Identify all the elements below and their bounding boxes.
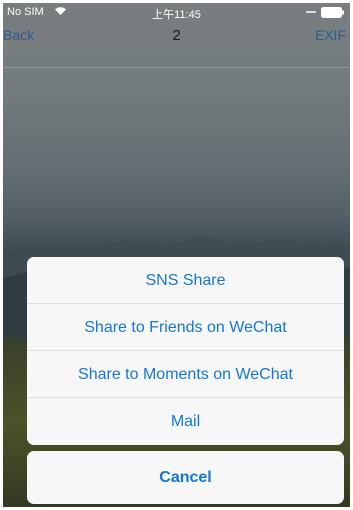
status-time: 上午11:45: [152, 9, 201, 21]
mail-button[interactable]: Mail: [27, 398, 344, 445]
signal-icon: [306, 11, 316, 13]
action-sheet-cancel-group: Cancel: [27, 451, 344, 504]
page-title: 2: [172, 27, 181, 44]
battery-icon: [321, 7, 344, 18]
sns-share-button[interactable]: SNS Share: [27, 257, 344, 304]
status-bar: No SIM 上午11:45: [3, 3, 350, 23]
share-wechat-friends-button[interactable]: Share to Friends on WeChat: [27, 304, 344, 351]
share-wechat-moments-button[interactable]: Share to Moments on WeChat: [27, 351, 344, 398]
exif-button[interactable]: EXIF: [315, 27, 346, 43]
cancel-button[interactable]: Cancel: [27, 451, 344, 504]
phone-screen: No SIM 上午11:45 Back 2 EXIF SNS Share Sha…: [3, 3, 350, 507]
action-sheet-options: SNS Share Share to Friends on WeChat Sha…: [27, 257, 344, 445]
